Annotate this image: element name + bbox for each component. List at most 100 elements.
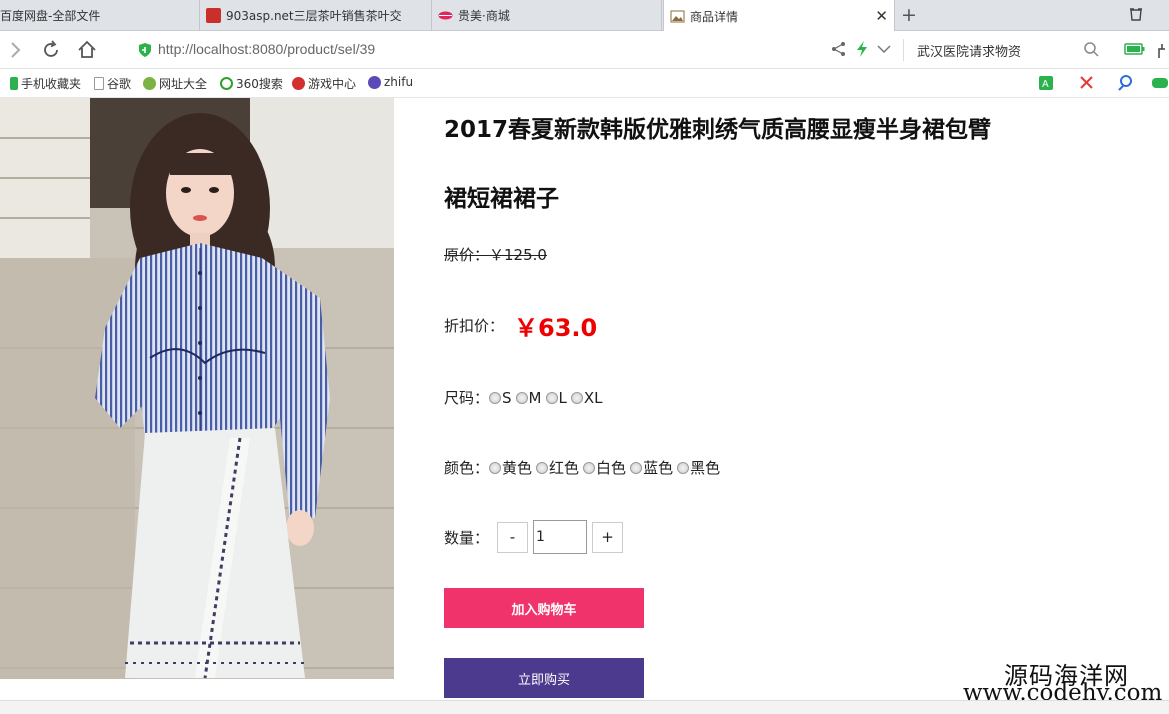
original-price-label: 原价：: [444, 246, 490, 264]
refresh-icon[interactable]: [40, 39, 62, 61]
tab-guimei-shop[interactable]: 贵美·商城: [432, 0, 662, 31]
chevron-down-icon[interactable]: [876, 42, 892, 56]
new-tab-icon[interactable]: +: [901, 4, 917, 26]
quantity-input[interactable]: 1: [533, 520, 588, 554]
tab-label: 商品详情: [690, 9, 739, 24]
product-title: 2017春夏新款韩版优雅刺绣气质高腰显瘦半身裙包臂裙短裙裙子: [444, 117, 992, 212]
size-option-xl[interactable]: XL: [570, 389, 603, 407]
address-bar-row: http://localhost:8080/product/sel/39 武汉医…: [0, 31, 1169, 69]
radio-button-icon[interactable]: [570, 391, 583, 404]
bookmark-url-directory[interactable]: 网址大全: [143, 75, 207, 92]
zhifu-icon: [368, 75, 381, 89]
scissors-icon[interactable]: [1078, 75, 1096, 91]
radio-button-icon[interactable]: [545, 391, 558, 404]
buy-now-button[interactable]: 立即购买: [444, 658, 644, 698]
search-icon[interactable]: [1083, 41, 1099, 57]
bookmark-label: 网址大全: [159, 77, 208, 91]
lips-favicon-icon: [438, 8, 453, 23]
size-label: 尺码：: [444, 389, 490, 407]
quantity-increase-button[interactable]: +: [592, 521, 624, 553]
color-option-label: 白色: [596, 459, 627, 477]
radio-button-icon[interactable]: [489, 391, 502, 404]
360-search-icon: [220, 77, 233, 90]
color-option-white[interactable]: 白色: [583, 457, 626, 478]
divider: [903, 39, 904, 61]
bookmark-mobile[interactable]: 手机收藏夹: [10, 75, 81, 92]
discount-price-value: ￥63.0: [514, 314, 598, 342]
tab-list-icon[interactable]: [1128, 6, 1144, 22]
bookmarks-bar: 手机收藏夹 谷歌 网址大全 360搜索 游戏中心 zhifu A: [0, 69, 1169, 98]
radio-button-icon[interactable]: [677, 461, 690, 474]
bookmark-label: 谷歌: [107, 77, 132, 91]
tab-favicon-icon: [206, 8, 221, 23]
battery-icon[interactable]: [1124, 42, 1146, 56]
size-option-s[interactable]: S: [489, 389, 512, 407]
color-option-red[interactable]: 红色: [536, 457, 579, 478]
discount-price-label: 折扣价：: [444, 317, 505, 335]
tab-label: 903asp.net三层茶叶销售茶叶交: [226, 9, 402, 23]
color-option-label: 黄色: [502, 459, 533, 477]
forward-icon[interactable]: [4, 39, 26, 61]
gamepad-icon[interactable]: [1151, 75, 1169, 91]
size-option-label: M: [528, 388, 542, 407]
size-option-m[interactable]: M: [515, 388, 542, 407]
color-option-label: 红色: [549, 459, 580, 477]
radio-button-icon[interactable]: [583, 461, 596, 474]
size-option-label: S: [502, 388, 512, 407]
size-option-l[interactable]: L: [545, 388, 567, 407]
color-option-blue[interactable]: 蓝色: [630, 457, 673, 478]
lightning-icon[interactable]: [854, 40, 870, 58]
color-option-label: 蓝色: [643, 459, 674, 477]
color-option-yellow[interactable]: 黄色: [489, 457, 532, 478]
original-price-row: 原价： ￥125.0: [444, 244, 547, 265]
url-field[interactable]: http://localhost:8080/product/sel/39: [158, 41, 375, 57]
quantity-row: 数量： - 1 +: [444, 520, 624, 554]
add-to-cart-button[interactable]: 加入购物车: [444, 588, 644, 628]
game-icon: [292, 77, 305, 90]
home-icon[interactable]: [76, 39, 98, 61]
quantity-label: 数量：: [444, 528, 490, 547]
url-path: :8080/product/sel/39: [248, 41, 376, 57]
radio-button-icon[interactable]: [536, 461, 549, 474]
image-favicon-icon: [670, 9, 685, 24]
bookmark-label: 360搜索: [236, 77, 283, 91]
bookmark-google[interactable]: 谷歌: [94, 75, 131, 92]
tab-label: 贵美·商城: [458, 9, 510, 23]
color-option-black[interactable]: 黑色: [677, 457, 720, 478]
bookmark-zhifu[interactable]: zhifu: [368, 75, 413, 89]
phone-icon: [10, 77, 18, 90]
color-label: 颜色：: [444, 459, 490, 477]
original-price-value: ￥125.0: [489, 246, 547, 264]
bookmark-label: 游戏中心: [308, 77, 357, 91]
tab-903asp[interactable]: 903asp.net三层茶叶销售茶叶交: [200, 0, 432, 31]
tab-baidu-pan[interactable]: 百度网盘-全部文件: [0, 0, 200, 31]
url-host: http://localhost: [158, 41, 249, 57]
bookmark-game-center[interactable]: 游戏中心: [292, 75, 356, 92]
extension-icon[interactable]: [1155, 41, 1169, 59]
translate-icon[interactable]: A: [1038, 75, 1056, 91]
search-input[interactable]: 武汉医院请求物资: [917, 41, 1021, 60]
product-photo-illustration: [0, 98, 394, 679]
bookmark-label: zhifu: [384, 75, 414, 89]
radio-button-icon[interactable]: [630, 461, 643, 474]
bookmark-label: 手机收藏夹: [21, 77, 82, 91]
browser-tab-bar: 百度网盘-全部文件 903asp.net三层茶叶销售茶叶交 贵美·商城 商品详情…: [0, 0, 1169, 32]
discount-price-row: 折扣价： ￥63.0: [444, 308, 597, 343]
tab-label: 百度网盘-全部文件: [0, 9, 101, 23]
share-icon[interactable]: [830, 40, 848, 58]
product-image: [0, 98, 394, 679]
bookmark-360-search[interactable]: 360搜索: [220, 75, 283, 92]
quantity-decrease-button[interactable]: -: [497, 521, 529, 553]
radio-button-icon[interactable]: [515, 391, 528, 404]
magnifier-icon[interactable]: [1118, 75, 1136, 91]
size-option-label: L: [558, 388, 567, 407]
secure-shield-icon: [139, 43, 151, 57]
close-tab-icon[interactable]: ✕: [875, 7, 888, 25]
globe-icon: [143, 77, 156, 90]
radio-button-icon[interactable]: [489, 461, 502, 474]
tab-product-detail[interactable]: 商品详情 ✕: [663, 0, 895, 32]
page-icon: [94, 77, 104, 90]
svg-text:A: A: [1042, 79, 1049, 90]
color-option-label: 黑色: [690, 459, 721, 477]
color-row: 颜色： 黄色 红色 白色 蓝色 黑色: [444, 457, 724, 478]
